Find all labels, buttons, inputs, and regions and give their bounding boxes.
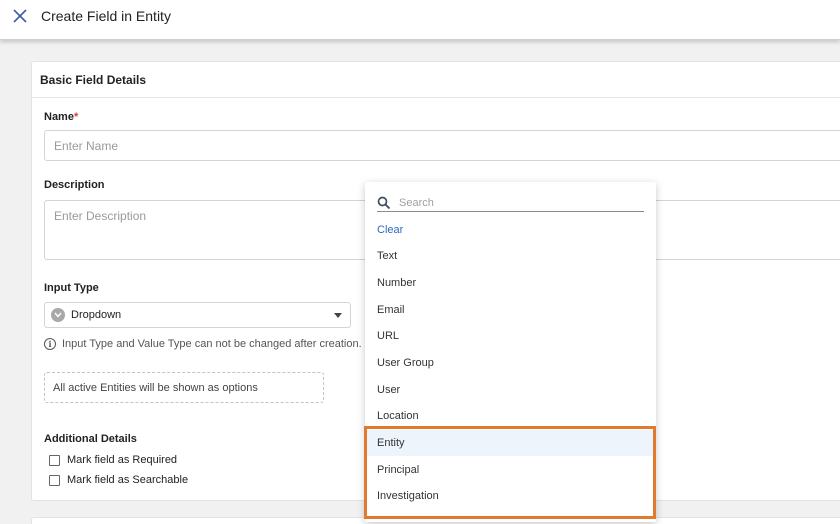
menu-item-entity[interactable]: Entity bbox=[365, 430, 656, 456]
dropdown-clear[interactable]: Clear bbox=[365, 217, 656, 243]
input-type-value: Dropdown bbox=[71, 309, 122, 321]
caret-down-icon bbox=[334, 313, 342, 318]
dropdown-search bbox=[377, 194, 644, 212]
input-type-note-text: Input Type and Value Type can not be cha… bbox=[62, 338, 362, 350]
section-divider bbox=[32, 97, 840, 98]
required-checkbox-row[interactable]: Mark field as Required bbox=[49, 454, 177, 466]
name-input[interactable] bbox=[44, 130, 840, 161]
dropdown-search-input[interactable] bbox=[399, 196, 629, 209]
close-button[interactable] bbox=[10, 6, 30, 26]
menu-item-number[interactable]: Number bbox=[365, 270, 656, 296]
input-type-select[interactable]: Dropdown bbox=[44, 302, 351, 328]
required-checkbox[interactable] bbox=[49, 454, 60, 466]
menu-item-location[interactable]: Location bbox=[365, 403, 656, 429]
dropdown-type-icon bbox=[51, 308, 65, 322]
searchable-checkbox-row[interactable]: Mark field as Searchable bbox=[49, 474, 188, 486]
options-note-box: All active Entities will be shown as opt… bbox=[44, 372, 324, 403]
name-label: Name* bbox=[44, 111, 78, 123]
menu-item-principal[interactable]: Principal bbox=[365, 457, 656, 483]
close-icon bbox=[13, 9, 27, 23]
menu-item-user-group[interactable]: User Group bbox=[365, 350, 656, 376]
menu-item-url[interactable]: URL bbox=[365, 323, 656, 349]
input-type-dropdown-menu: Clear Text Number Email URL User Group U… bbox=[365, 182, 656, 522]
name-label-text: Name bbox=[44, 111, 74, 123]
page-title: Create Field in Entity bbox=[41, 8, 171, 24]
options-note-text: All active Entities will be shown as opt… bbox=[53, 381, 258, 394]
additional-details-label: Additional Details bbox=[44, 433, 137, 445]
info-icon: i bbox=[44, 338, 56, 350]
menu-item-email[interactable]: Email bbox=[365, 297, 656, 323]
required-checkbox-label: Mark field as Required bbox=[67, 454, 178, 466]
top-bar: Create Field in Entity bbox=[0, 0, 840, 40]
searchable-checkbox-label: Mark field as Searchable bbox=[67, 474, 189, 486]
input-type-note: i Input Type and Value Type can not be c… bbox=[44, 338, 362, 350]
input-type-label: Input Type bbox=[44, 282, 99, 294]
searchable-checkbox[interactable] bbox=[49, 474, 60, 486]
menu-item-investigation[interactable]: Investigation bbox=[365, 483, 656, 509]
section-title: Basic Field Details bbox=[40, 73, 147, 87]
description-label: Description bbox=[44, 179, 105, 191]
menu-item-text[interactable]: Text bbox=[365, 243, 656, 269]
required-asterisk: * bbox=[73, 111, 79, 123]
search-icon bbox=[377, 196, 391, 209]
menu-item-user[interactable]: User bbox=[365, 377, 656, 403]
